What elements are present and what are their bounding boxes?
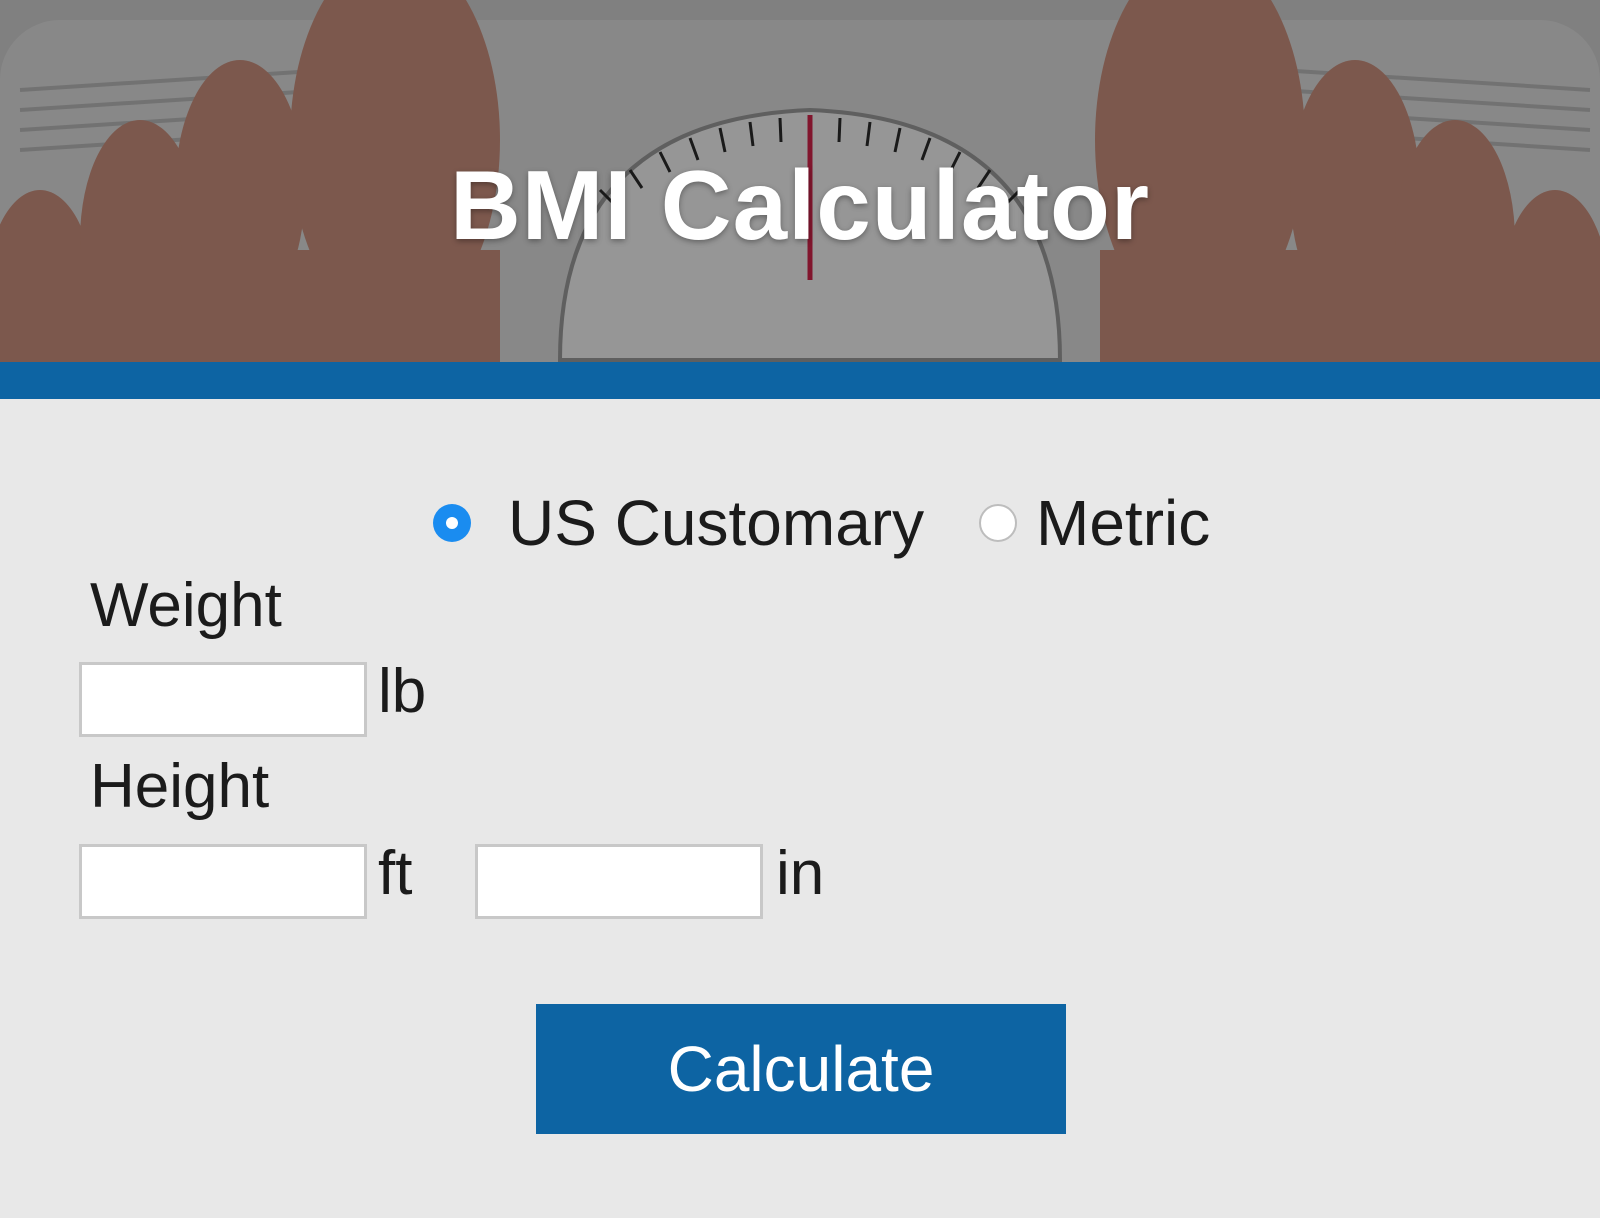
page-title: BMI Calculator xyxy=(449,150,1151,260)
height-inches-unit-label: in xyxy=(776,839,825,908)
accent-divider xyxy=(0,362,1600,399)
weight-input[interactable] xyxy=(79,662,367,737)
hero-banner: BMI Calculator xyxy=(0,0,1600,362)
unit-option-label-us-customary[interactable]: US Customary xyxy=(508,483,924,563)
radio-metric[interactable] xyxy=(979,504,1017,542)
height-inches-input[interactable] xyxy=(475,844,763,919)
weight-unit-label: lb xyxy=(378,657,427,726)
weight-label: Weight xyxy=(90,571,282,640)
radio-us-customary[interactable] xyxy=(433,504,471,542)
height-feet-unit-label: ft xyxy=(378,839,413,908)
calculate-button[interactable]: Calculate xyxy=(536,1004,1066,1134)
unit-option-label-metric[interactable]: Metric xyxy=(1036,483,1210,563)
height-feet-input[interactable] xyxy=(79,844,367,919)
height-label: Height xyxy=(90,752,270,821)
bmi-calculator-page: BMI Calculator US Customary Metric Weigh… xyxy=(0,0,1600,1218)
unit-system-selector: US Customary Metric xyxy=(0,483,1600,559)
bmi-form: US Customary Metric Weight lb Height ft … xyxy=(0,399,1600,1218)
